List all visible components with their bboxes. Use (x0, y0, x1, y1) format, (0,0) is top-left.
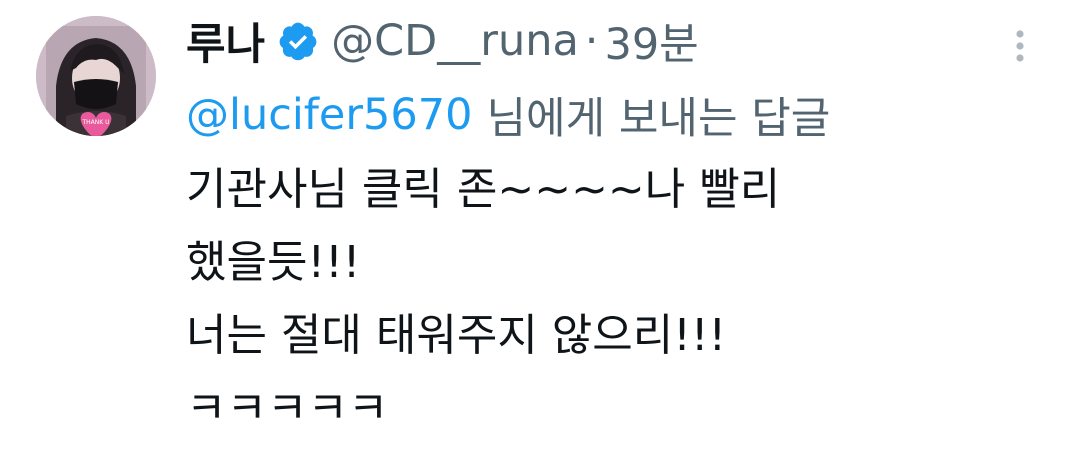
tweet-header: 루나 @CD__runa · 39분 (186, 6, 699, 76)
avatar-heart-text: THANK U (81, 119, 109, 126)
display-name[interactable]: 루나 (186, 10, 265, 72)
more-vertical-icon[interactable] (1008, 28, 1032, 64)
avatar-image: THANK U (36, 16, 156, 136)
user-handle[interactable]: @CD__runa (331, 16, 579, 66)
tweet-body: 기관사님 클릭 존~~~~나 빨리 했을듯!!! 너는 절대 태워주지 않으리!… (186, 160, 1046, 439)
tweet-text-line: ㅋㅋㅋㅋㅋ (186, 383, 389, 434)
tweet-timestamp[interactable]: 39분 (604, 10, 698, 72)
verified-badge-icon (277, 20, 319, 62)
tweet: THANK U 루나 @CD__runa · 39분 @lucifer5670 … (0, 0, 1080, 466)
reply-context-label: 님에게 보내는 답글 (486, 94, 831, 144)
tweet-text-line: 너는 절대 태워주지 않으리!!! (186, 310, 727, 361)
tweet-text-line: 기관사님 클릭 존~~~~나 빨리 (186, 164, 781, 215)
tweet-text-line: 했을듯!!! (186, 237, 361, 288)
dot-separator: · (584, 16, 599, 66)
reply-context: @lucifer5670 님에게 보내는 답글 (186, 80, 830, 150)
reply-mention-link[interactable]: @lucifer5670 (186, 90, 473, 140)
avatar[interactable]: THANK U (36, 16, 156, 136)
